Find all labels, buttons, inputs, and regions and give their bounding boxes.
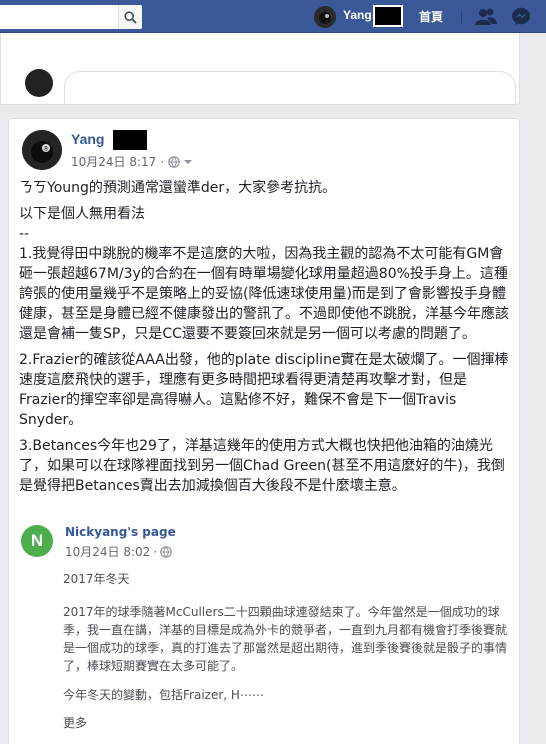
author-name[interactable]: Yang [71, 131, 104, 147]
redaction-box [113, 130, 147, 150]
home-link[interactable]: 首頁 [419, 8, 443, 25]
post-paragraph: 以下是個人無用看法 [19, 206, 145, 222]
post-paragraph: 2.Frazier的確該從AAA出發，他的plate discipline實在是… [19, 352, 509, 428]
author-avatar[interactable]: 8 [22, 130, 62, 170]
search-button[interactable] [118, 5, 142, 29]
post-timestamp[interactable]: 10月24日 8:17 [71, 153, 156, 170]
messenger-button[interactable] [510, 6, 532, 28]
separator-dot: · [160, 154, 165, 169]
comment-input[interactable] [64, 71, 516, 105]
post-meta: 10月24日 8:17 · [71, 153, 193, 170]
post-body: ㄋㄎYoung的預測通常還蠻準der，大家參考抗抗。 以下是個人無用看法 -- … [19, 178, 513, 496]
composer-avatar [25, 69, 53, 97]
post-card: 8 Yang 10月24日 8:17 · ㄋㄎYoung的預測通常還蠻準der，… [8, 118, 520, 744]
shared-post-paragraph: 2017年的球季隨著McCullers二十四顆曲球連發結束了。今年當然是一個成功… [63, 605, 508, 673]
profile-avatar[interactable] [314, 6, 336, 28]
svg-text:8: 8 [44, 146, 48, 153]
top-navigation-bar: Yang 首頁 [0, 0, 546, 33]
page-name-link[interactable]: Nickyang's page [65, 525, 176, 539]
post-paragraph: 3.Betances今年也29了，洋基這幾年的使用方式大概也快把他油箱的油燒光了… [19, 438, 505, 494]
divider [461, 10, 462, 24]
post-paragraph: ㄋㄎYoung的預測通常還蠻準der，大家參考抗抗。 [19, 180, 337, 196]
globe-icon [160, 545, 172, 558]
shared-post-teaser: 今年冬天的變動，包括Fraizer, H⋯⋯ [63, 688, 264, 702]
page-logo[interactable]: N [21, 525, 53, 557]
shared-post-title: 2017年冬天 [63, 572, 130, 586]
friends-icon [475, 8, 497, 25]
messenger-icon [512, 7, 530, 25]
profile-name-link[interactable]: Yang [343, 8, 372, 22]
shared-post-body: 2017年冬天 2017年的球季隨著McCullers二十四顆曲球連發結束了。今… [63, 570, 511, 732]
post-paragraph: -- [19, 226, 30, 242]
redaction-box [373, 5, 403, 27]
post-paragraph: 1.我覺得田中跳脫的機率不是這麼的大啦，因為我主觀的認為不太可能有GM會砸一張超… [19, 246, 509, 342]
friend-requests-button[interactable] [475, 6, 497, 28]
separator-dot: · [153, 544, 158, 559]
globe-icon[interactable] [168, 155, 180, 168]
see-more-link[interactable]: 更多 [63, 714, 511, 732]
shared-post-meta: 10月24日 8:02 · [65, 543, 172, 560]
post-composer [0, 33, 520, 105]
caret-down-icon[interactable] [183, 157, 193, 167]
search-icon [124, 10, 137, 24]
shared-post-timestamp[interactable]: 10月24日 8:02 [65, 543, 150, 560]
